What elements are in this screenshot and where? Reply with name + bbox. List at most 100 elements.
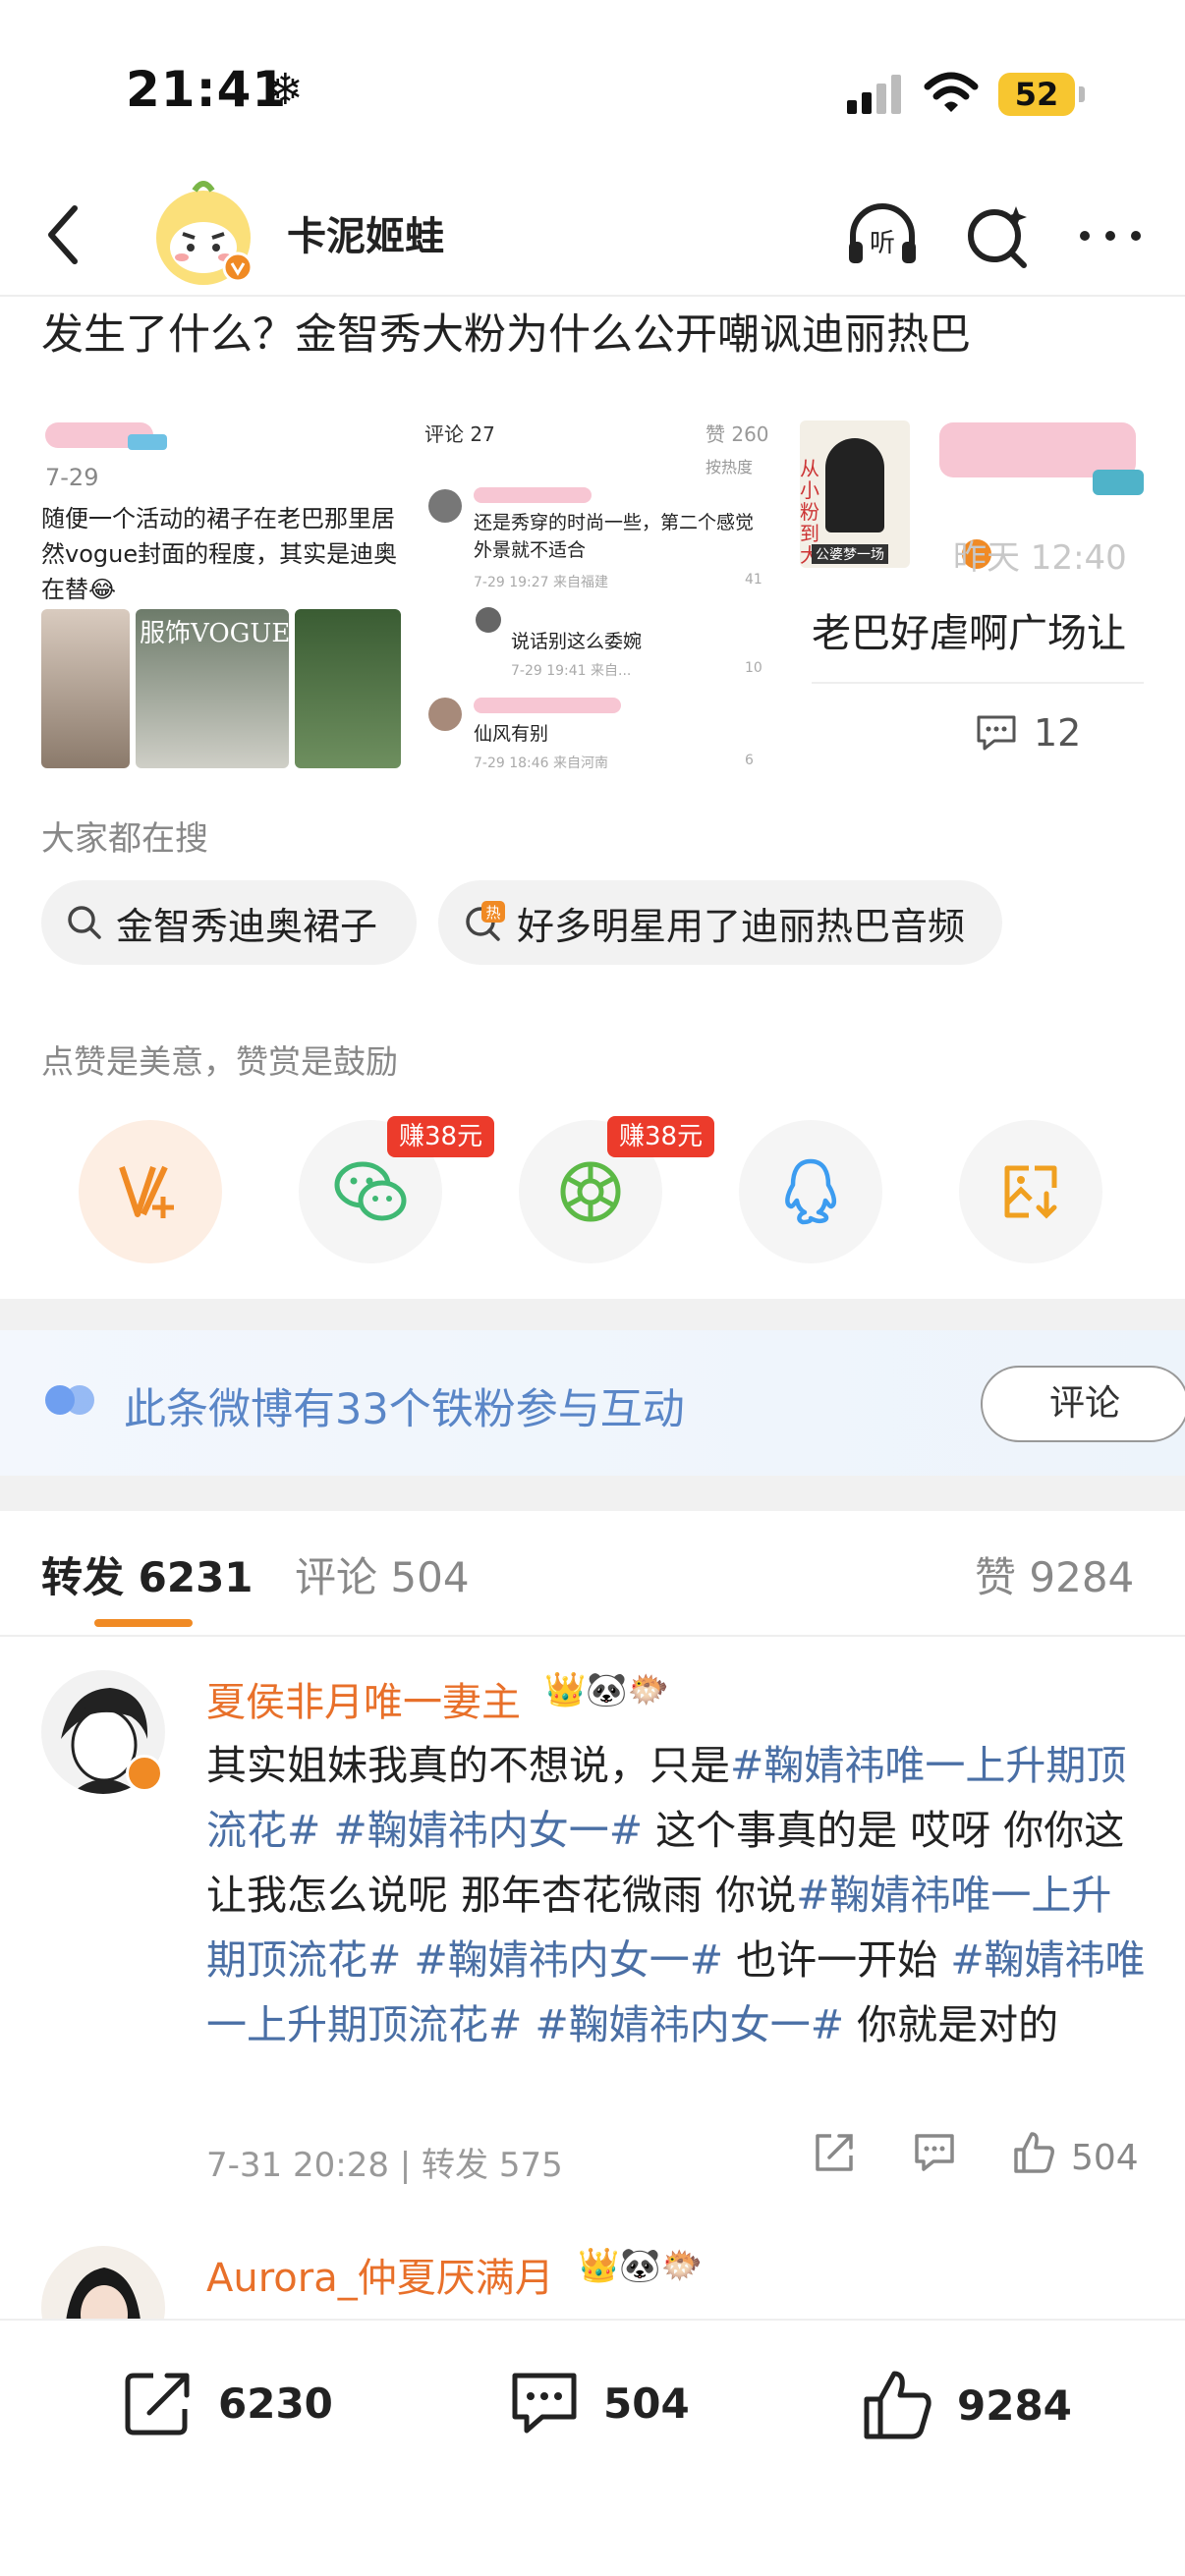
search-chip-1[interactable]: 金智秀迪奥裙子: [41, 880, 417, 965]
comment-text: 其实姐妹我真的不想说，只是#鞠婧祎唯一上升期顶流花# #鞠婧祎内女一# 这个事真…: [206, 1733, 1150, 2057]
moments-icon: [560, 1161, 621, 1222]
qq-share-button[interactable]: [739, 1120, 882, 1263]
commenter-name[interactable]: Aurora_仲夏厌满月: [206, 2246, 554, 2303]
reply-avatar: [476, 607, 501, 633]
moments-reward-badge: 赚38元: [607, 1116, 715, 1157]
comment-part: [320, 1807, 333, 1854]
account-avatar[interactable]: [147, 177, 259, 285]
section-gap: [0, 1299, 1185, 1330]
search-chip-2-label: 好多明星用了迪丽热巴音频: [517, 904, 966, 948]
wifi-icon: [924, 72, 979, 112]
like-count: 9284: [957, 2380, 1072, 2430]
save-image-icon: [1004, 1165, 1057, 1219]
card2-comment-1-text: 还是秀穿的时尚一些，第二个感觉外景就不适合: [474, 512, 755, 561]
v-plus-icon: [119, 1165, 174, 1218]
tabs-divider: [0, 1635, 1185, 1637]
vip-badge: [128, 434, 167, 450]
snowflake-icon: ❄: [267, 65, 304, 115]
repost-count: 6230: [218, 2379, 333, 2428]
battery-tip: [1079, 86, 1085, 102]
hashtag-link[interactable]: #鞠婧祎内女一#: [535, 2001, 844, 2048]
comment-icon: [977, 715, 1016, 751]
like-icon[interactable]: [1012, 2130, 1057, 2175]
comment-button[interactable]: 504: [507, 2368, 690, 2438]
card2-comment-2-meta: 7-29 19:41 来自...: [511, 663, 632, 679]
blurred-username: [474, 698, 621, 713]
comment-part: 其实姐妹我真的不想说，只是: [206, 1742, 730, 1789]
iron-fans-text: 此条微博有33个铁粉参与互动: [124, 1385, 685, 1434]
fans-activity-icon: [45, 1385, 94, 1415]
tab-like-label: 赞: [975, 1553, 1017, 1601]
comment-part: [401, 1936, 414, 1984]
card2-comment-2-likes: 10: [745, 660, 762, 676]
card2-comment-header: 评论 27: [424, 422, 495, 446]
repost-button[interactable]: 6230: [122, 2368, 333, 2438]
active-tab-indicator: [94, 1619, 193, 1627]
search-chip-2[interactable]: 热 好多明星用了迪丽热巴音频: [438, 880, 1002, 965]
image-card-3[interactable]: 从小粉到大 公婆梦一场 昨天 12:40 老巴好虐啊广场让 12: [792, 403, 1144, 774]
card2-comment-3-likes: 6: [745, 753, 754, 768]
hot-search-icon: 热: [466, 901, 505, 941]
like-button[interactable]: 9284: [861, 2368, 1072, 2442]
status-bar: 21:41 ❄ 52: [0, 0, 1185, 187]
listen-headphones-icon[interactable]: 听: [843, 196, 922, 275]
card2-comment-3-text: 仙风有别: [474, 723, 549, 745]
battery-indicator: 52: [998, 73, 1075, 116]
hashtag-link[interactable]: #鞠婧祎内女一#: [414, 1936, 723, 1984]
verified-badge: [126, 1755, 163, 1792]
search-icon: [68, 906, 101, 939]
search-section-title: 大家都在搜: [41, 819, 208, 859]
card1-date: 7-29: [45, 464, 99, 491]
comment-icon[interactable]: [912, 2130, 957, 2175]
svg-text:听: 听: [870, 229, 895, 258]
nav-divider: [0, 295, 1185, 297]
comment-meta: 7-31 20:28 | 转发 575: [206, 2146, 563, 2185]
comment-part: [522, 2001, 535, 2048]
comment-button[interactable]: 评论: [981, 1366, 1185, 1442]
blurred-username: [474, 487, 592, 503]
tab-repost-count: 6231: [138, 1553, 254, 1601]
card3-divider: [812, 682, 1144, 684]
image-card-1[interactable]: 7-29 随便一个活动的裙子在老巴那里居然vogue封面的程度，其实是迪奥在替😂…: [41, 403, 401, 774]
tab-comment[interactable]: 评论 504: [295, 1544, 470, 1604]
tab-comment-label: 评论: [295, 1553, 378, 1601]
tab-repost-label: 转发: [41, 1553, 125, 1601]
comment-count: 504: [603, 2379, 690, 2428]
card2-comment-2-text: 说话别这么委婉: [511, 631, 643, 652]
commenter-name[interactable]: 夏侯非月唯一妻主: [206, 1670, 521, 1727]
card1-emoji: 😂: [88, 576, 117, 603]
commenter-avatar: [428, 489, 462, 523]
repost-icon[interactable]: [812, 2130, 857, 2175]
tab-like-count: 9284: [1029, 1553, 1135, 1601]
card1-photo-3: [295, 609, 401, 768]
cellular-signal-icon: [847, 75, 901, 114]
card2-comment-1-meta: 7-29 19:27 来自福建: [474, 575, 609, 590]
iron-fans-banner[interactable]: 此条微博有33个铁粉参与互动 评论: [0, 1330, 1185, 1476]
back-arrow-icon[interactable]: [35, 200, 94, 269]
commenter-avatar: [428, 698, 462, 731]
card3-avatar-line-2: 公婆梦一场: [812, 544, 888, 564]
nav-bar: 卡泥姬蛙 听: [0, 177, 1185, 295]
fan-badges: 👑🐼🐡: [578, 2246, 704, 2285]
reward-button[interactable]: [79, 1120, 222, 1263]
comment-part: 你就是对的: [844, 2001, 1059, 2048]
wechat-icon: [334, 1161, 407, 1221]
card2-comment-3-meta: 7-29 18:46 来自河南: [474, 756, 609, 771]
like-icon: [864, 2371, 931, 2439]
repost-icon: [125, 2373, 190, 2436]
search-chip-1-label: 金智秀迪奥裙子: [116, 904, 378, 948]
reward-note: 点赞是美意，赞赏是鼓励: [41, 1042, 398, 1081]
fan-badges: 👑🐼🐡: [544, 1670, 670, 1709]
save-image-button[interactable]: [959, 1120, 1102, 1263]
image-card-2[interactable]: 评论 27 赞 260 按热度 还是秀穿的时尚一些，第二个感觉外景就不适合 7-…: [421, 403, 772, 774]
svg-text:热: 热: [485, 904, 500, 922]
account-name[interactable]: 卡泥姬蛙: [287, 204, 444, 261]
tab-repost[interactable]: 转发 6231: [41, 1544, 254, 1604]
comment-like-count: 504: [1071, 2138, 1139, 2178]
card3-text: 老巴好虐啊广场让: [812, 611, 1126, 656]
search-sparkle-icon[interactable]: [959, 196, 1038, 275]
tab-comment-count: 504: [390, 1553, 470, 1601]
tab-like[interactable]: 赞 9284: [975, 1544, 1134, 1604]
more-icon[interactable]: [1071, 196, 1150, 275]
hashtag-link[interactable]: #鞠婧祎内女一#: [333, 1807, 643, 1854]
